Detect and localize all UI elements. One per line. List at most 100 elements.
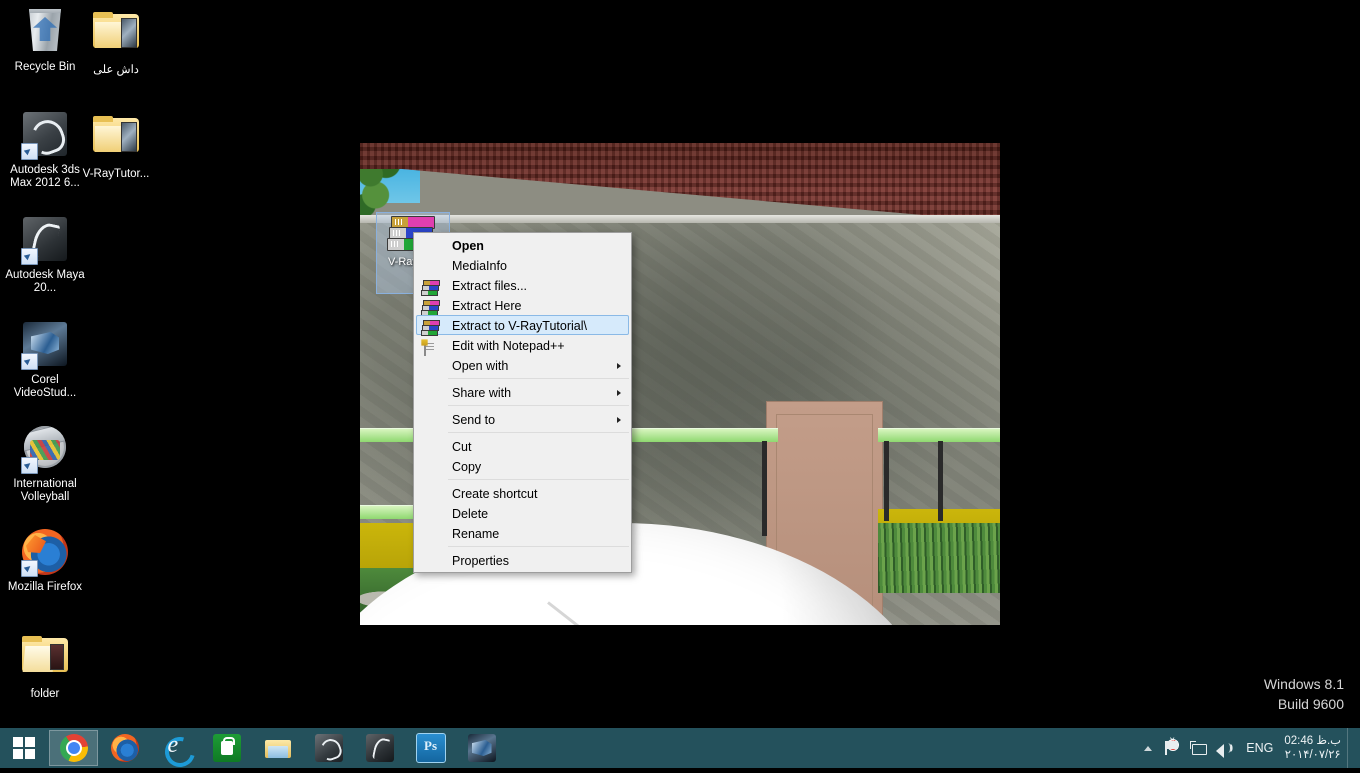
folder-open-icon <box>21 636 69 684</box>
watermark-line-2: Build 9600 <box>1277 696 1344 712</box>
roof-edge <box>360 215 1000 223</box>
menu-item-copy[interactable]: Copy <box>416 456 629 476</box>
desktop-icon-label: Mozilla Firefox <box>7 581 83 593</box>
context-menu[interactable]: Open MediaInfo Extract files... Extract … <box>413 232 632 573</box>
menu-item-mediainfo[interactable]: MediaInfo <box>416 255 629 275</box>
menu-item-send-to[interactable]: Send to <box>416 409 629 429</box>
photoshop-icon <box>415 733 446 763</box>
corel-icon <box>467 734 496 762</box>
menu-item-properties[interactable]: Properties <box>416 550 629 570</box>
menu-item-label: Extract files... <box>452 279 528 293</box>
desktop-icon-vray-tutorial-folder[interactable]: V-RayTutor... <box>71 110 161 181</box>
clock-date: ۲۰۱۴/۰۷/۲۶ <box>1284 749 1341 761</box>
taskbar-button-corel-videostudio[interactable] <box>457 730 506 766</box>
system-tray[interactable]: ENG 02:46 ب.ظ ۲۰۱۴/۰۷/۲۶ <box>1137 728 1360 768</box>
maya-icon <box>365 734 394 762</box>
menu-item-label: Copy <box>452 460 482 474</box>
menu-item-delete[interactable]: Delete <box>416 503 629 523</box>
clock-time: 02:46 ب.ظ <box>1284 735 1341 747</box>
menu-item-open[interactable]: Open <box>416 235 629 255</box>
language-indicator[interactable]: ENG <box>1237 741 1282 755</box>
start-button[interactable] <box>0 728 48 768</box>
menu-item-edit-with-notepad-plus-plus[interactable]: Edit with Notepad++ <box>416 335 629 356</box>
desktop-icon-mozilla-firefox[interactable]: Mozilla Firefox <box>0 528 90 594</box>
desktop[interactable]: Recycle Bin داش على Autodesk 3ds Max 201… <box>0 0 1360 768</box>
taskbar-button-file-explorer[interactable] <box>253 730 302 766</box>
action-center-flag-icon[interactable] <box>1159 728 1185 768</box>
maya-icon <box>21 217 69 265</box>
menu-separator <box>448 432 629 433</box>
menu-item-extract-to-folder[interactable]: Extract to V-RayTutorial\ <box>416 315 629 336</box>
desktop-icon-label: Autodesk Maya 20... <box>5 269 85 294</box>
network-icon[interactable] <box>1185 728 1211 768</box>
file-explorer-icon <box>264 734 292 762</box>
menu-separator <box>448 546 629 547</box>
menu-separator <box>448 479 629 480</box>
menu-item-label: Cut <box>452 440 472 454</box>
firefox-icon <box>110 734 139 762</box>
taskbar-button-internet-explorer[interactable] <box>151 730 200 766</box>
menu-separator <box>448 405 629 406</box>
taskbar-button-google-chrome[interactable] <box>49 730 98 766</box>
folder-icon <box>92 116 140 164</box>
notepad-plus-plus-icon <box>423 338 439 356</box>
desktop-icon-folder[interactable]: folder <box>0 630 90 701</box>
store-icon <box>212 734 241 762</box>
recycle-bin-icon <box>21 9 69 57</box>
menu-item-label: Send to <box>452 413 496 427</box>
desktop-icon-label: Corel VideoStud... <box>13 374 77 399</box>
rail-right <box>878 428 1000 442</box>
taskbar[interactable]: ENG 02:46 ب.ظ ۲۰۱۴/۰۷/۲۶ <box>0 728 1360 768</box>
menu-item-create-shortcut[interactable]: Create shortcut <box>416 483 629 503</box>
chrome-icon <box>59 734 88 762</box>
winrar-icon <box>421 318 440 336</box>
clock[interactable]: 02:46 ب.ظ ۲۰۱۴/۰۷/۲۶ <box>1282 734 1347 762</box>
menu-item-label: Properties <box>452 554 509 568</box>
taskbar-button-autodesk-maya[interactable] <box>355 730 404 766</box>
desktop-icon-label: folder <box>30 688 60 700</box>
menu-item-extract-here[interactable]: Extract Here <box>416 295 629 316</box>
volleyball-icon <box>21 426 69 474</box>
grass-right <box>878 523 1000 593</box>
corel-icon <box>21 322 69 370</box>
menu-item-rename[interactable]: Rename <box>416 523 629 543</box>
menu-item-cut[interactable]: Cut <box>416 436 629 456</box>
internet-explorer-icon <box>162 732 190 762</box>
show-hidden-icons-button[interactable] <box>1137 728 1159 768</box>
3ds-max-icon <box>314 734 343 762</box>
fence-post <box>938 441 943 521</box>
folder-icon <box>92 12 140 60</box>
menu-item-label: Extract to V-RayTutorial\ <box>452 319 587 333</box>
desktop-icon-corel-videostudio[interactable]: Corel VideoStud... <box>0 320 90 400</box>
3ds-max-icon <box>21 112 69 160</box>
menu-item-open-with[interactable]: Open with <box>416 355 629 375</box>
roof <box>360 143 1000 217</box>
winrar-icon <box>421 278 440 296</box>
menu-item-label: Delete <box>452 507 489 521</box>
windows-version-watermark: Windows 8.1 Build 9600 <box>1264 674 1344 714</box>
taskbar-button-mozilla-firefox[interactable] <box>100 730 149 766</box>
menu-item-share-with[interactable]: Share with <box>416 382 629 402</box>
menu-item-label: Rename <box>452 527 500 541</box>
menu-item-label: Open <box>452 239 484 253</box>
menu-item-label: Open with <box>452 359 509 373</box>
chevron-right-icon <box>617 390 621 396</box>
taskbar-button-autodesk-3ds-max[interactable] <box>304 730 353 766</box>
taskbar-button-adobe-photoshop[interactable] <box>406 730 455 766</box>
show-desktop-button[interactable] <box>1347 728 1356 768</box>
volume-icon[interactable] <box>1211 728 1237 768</box>
desktop-icon-label: داش على <box>93 64 139 76</box>
chevron-right-icon <box>617 363 621 369</box>
taskbar-button-windows-store[interactable] <box>202 730 251 766</box>
desktop-icon-label: International Volleyball <box>13 478 77 503</box>
menu-item-label: Extract Here <box>452 299 522 313</box>
desktop-icon-dash-ali[interactable]: داش على <box>71 6 161 77</box>
menu-item-extract-files[interactable]: Extract files... <box>416 275 629 296</box>
menu-item-label: Share with <box>452 386 512 400</box>
menu-item-label: Create shortcut <box>452 487 538 501</box>
menu-separator <box>448 378 629 379</box>
desktop-icon-international-volleyball[interactable]: International Volleyball <box>0 424 90 504</box>
windows-logo-icon <box>13 737 35 759</box>
desktop-icon-autodesk-maya[interactable]: Autodesk Maya 20... <box>0 215 90 295</box>
watermark-line-1: Windows 8.1 <box>1263 676 1344 692</box>
